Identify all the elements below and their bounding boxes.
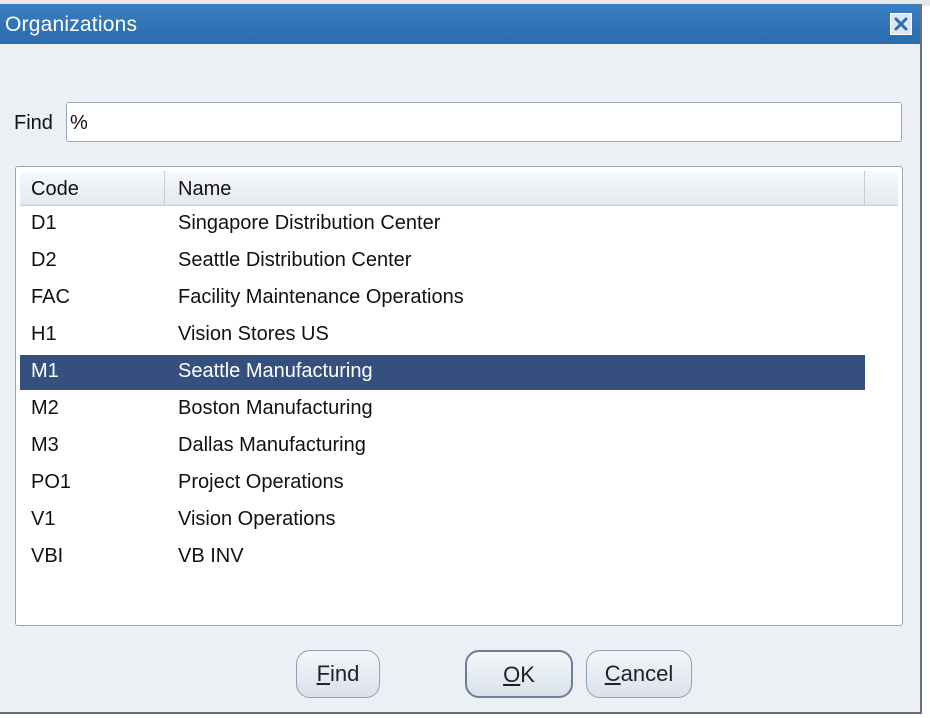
cancel-button[interactable]: Cancel — [586, 650, 692, 698]
list-row[interactable]: VBI VB INV — [20, 540, 865, 575]
list-row[interactable]: M3 Dallas Manufacturing — [20, 429, 865, 464]
row-name: Vision Operations — [178, 508, 336, 530]
row-name: Singapore Distribution Center — [178, 212, 441, 234]
row-name: VB INV — [178, 545, 244, 567]
find-label: Find — [14, 112, 53, 134]
row-code: D1 — [31, 212, 57, 234]
row-name: Seattle Distribution Center — [178, 249, 412, 271]
row-code: M3 — [31, 434, 59, 456]
dialog-title: Organizations — [5, 13, 138, 36]
row-name: Project Operations — [178, 471, 344, 493]
row-name: Vision Stores US — [178, 323, 329, 345]
list-row[interactable]: H1 Vision Stores US — [20, 318, 865, 353]
row-name: Facility Maintenance Operations — [178, 286, 464, 308]
ok-button[interactable]: OK — [465, 650, 573, 698]
row-code: M2 — [31, 397, 59, 419]
column-header-code[interactable]: Code — [20, 171, 165, 205]
list-row[interactable]: V1 Vision Operations — [20, 503, 865, 538]
list-row[interactable]: M2 Boston Manufacturing — [20, 392, 865, 427]
find-button[interactable]: Find — [296, 650, 380, 698]
list-row[interactable]: D1 Singapore Distribution Center — [20, 207, 865, 242]
organizations-dialog: Organizations Find % Code Name D1 Singap… — [0, 4, 922, 714]
organizations-list: Code Name D1 Singapore Distribution Cent… — [15, 166, 903, 626]
row-code: PO1 — [31, 471, 72, 493]
list-row[interactable]: PO1 Project Operations — [20, 466, 865, 501]
row-code: M1 — [31, 360, 59, 382]
ok-button-label: K — [520, 662, 535, 687]
column-header-filler — [865, 171, 898, 205]
close-icon — [894, 17, 908, 31]
cancel-button-mnemonic: C — [604, 661, 621, 686]
column-header-name[interactable]: Name — [165, 171, 865, 205]
row-code: V1 — [31, 508, 56, 530]
find-button-mnemonic: F — [316, 661, 331, 686]
list-row[interactable]: D2 Seattle Distribution Center — [20, 244, 865, 279]
row-code: H1 — [31, 323, 57, 345]
ok-button-mnemonic: O — [503, 662, 521, 687]
find-button-label: ind — [330, 661, 360, 686]
cancel-button-label: ancel — [620, 661, 674, 686]
row-name: Boston Manufacturing — [178, 397, 373, 419]
list-header: Code Name — [20, 171, 898, 206]
row-code: D2 — [31, 249, 57, 271]
title-bar: Organizations — [0, 4, 920, 44]
row-name: Seattle Manufacturing — [178, 360, 373, 382]
close-button[interactable] — [890, 13, 912, 35]
row-code: VBI — [31, 545, 64, 567]
find-input[interactable]: % — [66, 102, 902, 142]
list-row[interactable]: FAC Facility Maintenance Operations — [20, 281, 865, 316]
row-code: FAC — [31, 286, 70, 308]
list-row-selected[interactable]: M1 Seattle Manufacturing — [20, 355, 865, 390]
row-name: Dallas Manufacturing — [178, 434, 366, 456]
